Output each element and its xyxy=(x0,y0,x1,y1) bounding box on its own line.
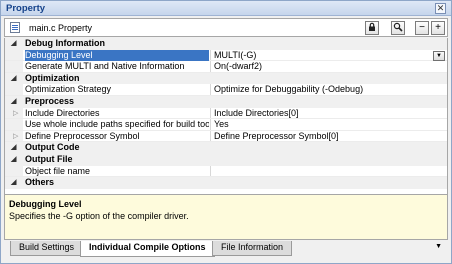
column-divider xyxy=(210,49,211,61)
category-row[interactable]: ◢ Debug Information xyxy=(5,38,447,50)
dropdown-arrow-icon[interactable]: ▼ xyxy=(433,50,445,61)
property-value[interactable]: Include Directories[0] xyxy=(214,108,299,120)
collapse-arrow-icon[interactable]: ◢ xyxy=(11,73,19,85)
category-label: Optimization xyxy=(25,72,80,83)
property-value[interactable]: Yes xyxy=(214,119,229,131)
property-value[interactable]: MULTI(-G) xyxy=(214,50,256,62)
property-value[interactable]: Optimize for Debuggability (-Odebug) xyxy=(214,84,363,96)
panel-title: Property xyxy=(6,3,46,14)
column-divider xyxy=(210,119,211,130)
property-row[interactable]: ▷ Define Preprocessor Symbol Define Prepro… xyxy=(5,130,447,143)
expand-arrow-icon[interactable]: ▷ xyxy=(13,131,18,143)
search-icon[interactable] xyxy=(391,21,405,35)
tab-menu-arrow-icon[interactable]: ▼ xyxy=(435,243,442,250)
description-pane: Debugging Level Specifies the -G option … xyxy=(4,194,448,240)
property-name: Include Directories xyxy=(25,107,100,118)
property-row[interactable]: Use whole include paths specified for bu… xyxy=(5,119,447,131)
property-value[interactable]: Define Preprocessor Symbol[0] xyxy=(214,131,339,143)
expand-all-icon[interactable]: + xyxy=(431,21,445,35)
property-name: Optimization Strategy xyxy=(25,84,112,95)
close-icon[interactable]: ✕ xyxy=(435,3,446,14)
collapse-arrow-icon[interactable]: ◢ xyxy=(11,142,19,154)
property-value[interactable]: On(-dwarf2) xyxy=(214,61,262,73)
tab-build-settings[interactable]: Build Settings xyxy=(10,241,84,256)
column-divider xyxy=(210,84,211,95)
property-name: Generate MULTI and Native Information xyxy=(25,61,185,72)
tab-file-information[interactable]: File Information xyxy=(212,241,293,256)
property-name: Define Preprocessor Symbol xyxy=(25,130,140,141)
tab-individual-compile-options[interactable]: Individual Compile Options xyxy=(80,241,215,257)
row-gutter xyxy=(5,119,23,130)
property-row[interactable]: Generate MULTI and Native Information On(… xyxy=(5,61,447,73)
description-title: Debugging Level xyxy=(9,199,82,209)
tab-bar: Build Settings Individual Compile Option… xyxy=(4,241,448,258)
category-row[interactable]: ◢ Others xyxy=(5,177,447,189)
property-row[interactable]: Debugging Level MULTI(-G) ▼ xyxy=(5,49,447,62)
property-panel: Property ✕ main.c Property − + ◢ Debug In… xyxy=(0,0,452,264)
collapse-arrow-icon[interactable]: ◢ xyxy=(11,96,19,108)
column-divider xyxy=(210,107,211,119)
property-name: Object file name xyxy=(25,165,91,176)
category-row[interactable]: ◢ Optimization xyxy=(5,72,447,85)
expand-arrow-icon[interactable]: ▷ xyxy=(13,108,18,120)
category-row[interactable]: ◢ Output File xyxy=(5,153,447,166)
collapse-arrow-icon[interactable]: ◢ xyxy=(11,177,19,189)
description-text: Specifies the -G option of the compiler … xyxy=(9,211,189,221)
row-gutter xyxy=(5,165,23,177)
collapse-all-icon[interactable]: − xyxy=(415,21,429,35)
row-gutter xyxy=(5,84,23,95)
property-target-label: main.c Property xyxy=(29,23,93,33)
category-label: Others xyxy=(25,177,55,188)
property-row[interactable]: Object file name xyxy=(5,165,447,178)
column-divider xyxy=(210,130,211,142)
row-gutter xyxy=(5,49,23,61)
property-row[interactable]: ▷ Include Directories Include Directories[… xyxy=(5,107,447,120)
column-divider xyxy=(210,165,211,177)
category-row[interactable]: ◢ Preprocess xyxy=(5,95,447,108)
column-divider xyxy=(210,61,211,72)
lock-icon[interactable] xyxy=(365,21,379,35)
category-label: Output Code xyxy=(25,142,80,153)
collapse-arrow-icon[interactable]: ◢ xyxy=(11,38,19,50)
property-row[interactable]: Optimization Strategy Optimize for Debugg… xyxy=(5,84,447,96)
category-label: Debug Information xyxy=(25,38,105,48)
category-row[interactable]: ◢ Output Code xyxy=(5,142,447,154)
file-icon xyxy=(10,22,20,33)
property-grid: ◢ Debug Information Debugging Level MULTI(-… xyxy=(4,38,448,194)
category-label: Preprocess xyxy=(25,95,75,106)
property-name: Use whole include paths specified for bu… xyxy=(25,119,209,130)
panel-title-bar: Property ✕ xyxy=(1,1,451,16)
property-name: Debugging Level xyxy=(25,49,209,62)
category-label: Output File xyxy=(25,153,73,164)
property-toolbar: main.c Property − + xyxy=(4,18,448,37)
row-gutter xyxy=(5,61,23,72)
collapse-arrow-icon[interactable]: ◢ xyxy=(11,154,19,166)
